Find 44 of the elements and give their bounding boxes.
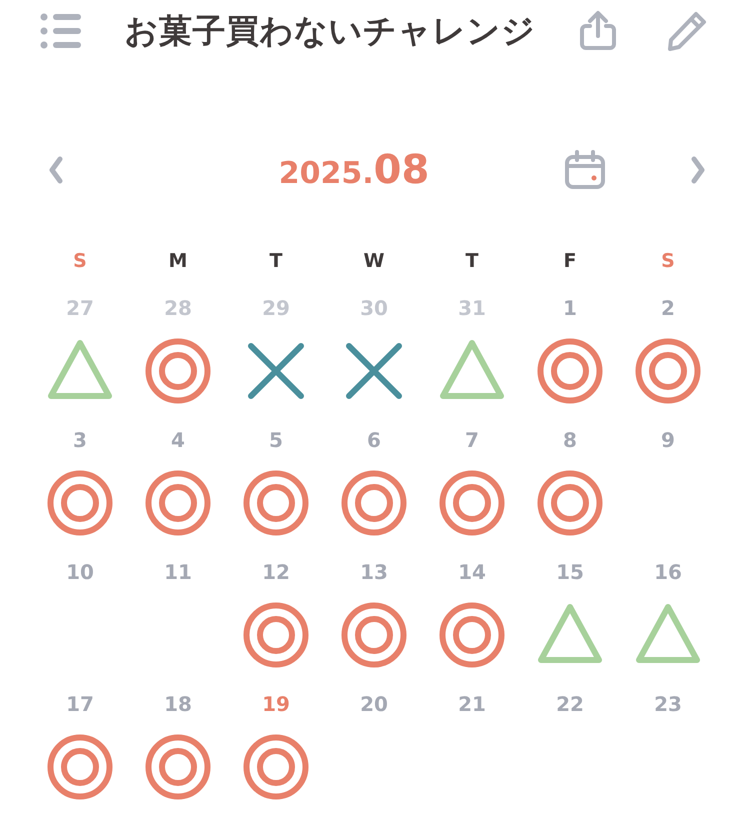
day-number: 1 <box>563 296 577 322</box>
weekday-label: S <box>72 249 88 274</box>
day-number: 22 <box>556 692 584 718</box>
next-month-button[interactable] <box>690 156 706 184</box>
edit-button[interactable] <box>666 10 708 52</box>
day-number: 9 <box>661 428 675 454</box>
weekday-label: T <box>464 249 480 274</box>
weekday-label: M <box>168 249 188 274</box>
menu-button[interactable] <box>40 12 82 50</box>
day-number: 14 <box>458 560 486 586</box>
day-number: 31 <box>458 296 486 322</box>
day-number: 27 <box>66 296 94 322</box>
calendar-button[interactable] <box>564 150 606 190</box>
day-number: 28 <box>164 296 192 322</box>
weekday-label: F <box>562 249 578 274</box>
weekday-label: T <box>268 249 284 274</box>
weekday-label: S <box>660 249 676 274</box>
month-label: 08 <box>374 147 430 193</box>
day-number: 6 <box>367 428 381 454</box>
day-number: 8 <box>563 428 577 454</box>
day-number: 4 <box>171 428 185 454</box>
day-number: 18 <box>164 692 192 718</box>
day-number: 5 <box>269 428 283 454</box>
day-number: 21 <box>458 692 486 718</box>
day-number: 2 <box>661 296 675 322</box>
day-number: 7 <box>465 428 479 454</box>
day-number: 20 <box>360 692 388 718</box>
year-label: 2025. <box>278 156 374 191</box>
day-number: 3 <box>73 428 87 454</box>
day-number: 19 <box>262 692 290 718</box>
previous-month-button[interactable] <box>48 156 64 184</box>
share-button[interactable] <box>578 10 618 52</box>
app-title: お菓子買わないチャレンジ <box>124 10 536 52</box>
day-number: 13 <box>360 560 388 586</box>
day-number: 29 <box>262 296 290 322</box>
day-number: 10 <box>66 560 94 586</box>
day-number: 11 <box>164 560 192 586</box>
weekday-label: W <box>362 249 386 274</box>
day-number: 12 <box>262 560 290 586</box>
day-number: 30 <box>360 296 388 322</box>
day-number: 23 <box>654 692 682 718</box>
day-number: 16 <box>654 560 682 586</box>
day-number: 17 <box>66 692 94 718</box>
day-number: 15 <box>556 560 584 586</box>
